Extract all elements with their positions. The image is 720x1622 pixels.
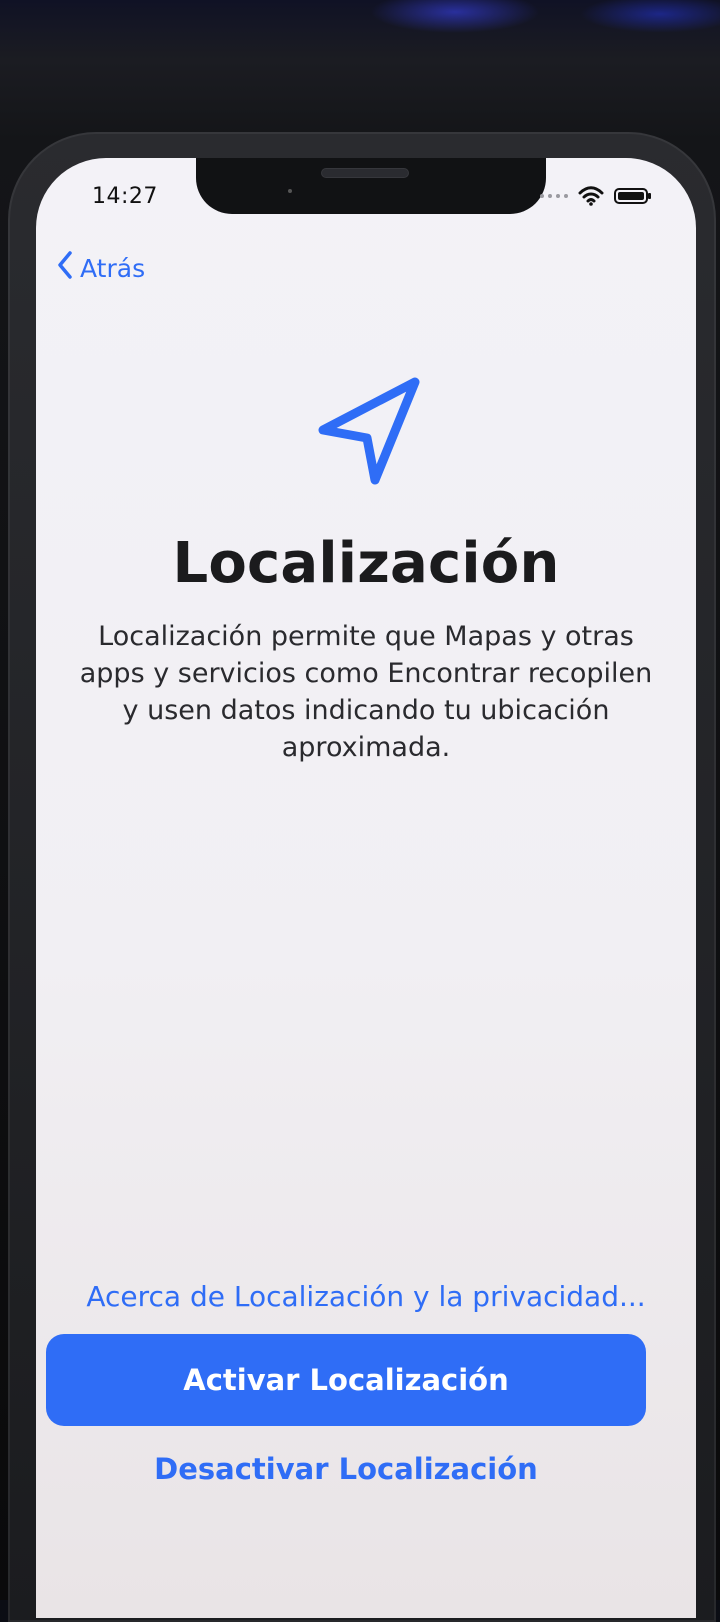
front-camera bbox=[288, 189, 292, 193]
description-text: Localización permite que Mapas y otras a… bbox=[79, 621, 653, 763]
page-title: Localización bbox=[172, 531, 560, 596]
back-button[interactable]: Atrás bbox=[56, 250, 145, 286]
privacy-info-link[interactable]: Acerca de Localización y la privacidad..… bbox=[36, 1280, 696, 1313]
status-icons bbox=[540, 186, 652, 206]
location-arrow-icon bbox=[291, 368, 441, 508]
hero bbox=[36, 368, 696, 512]
signal-dots-icon bbox=[540, 194, 568, 198]
chevron-left-icon bbox=[56, 250, 74, 286]
enable-location-button[interactable]: Activar Localización bbox=[46, 1334, 646, 1426]
wifi-icon bbox=[578, 186, 604, 206]
status-time: 14:27 bbox=[92, 184, 158, 209]
disable-location-button[interactable]: Desactivar Localización bbox=[36, 1452, 656, 1486]
battery-icon bbox=[614, 187, 652, 205]
notch bbox=[196, 158, 546, 214]
earpiece-speaker bbox=[321, 168, 409, 178]
device-screen: 14:27 Atrás Localización Localización pe… bbox=[36, 158, 696, 1618]
back-label: Atrás bbox=[80, 253, 146, 283]
